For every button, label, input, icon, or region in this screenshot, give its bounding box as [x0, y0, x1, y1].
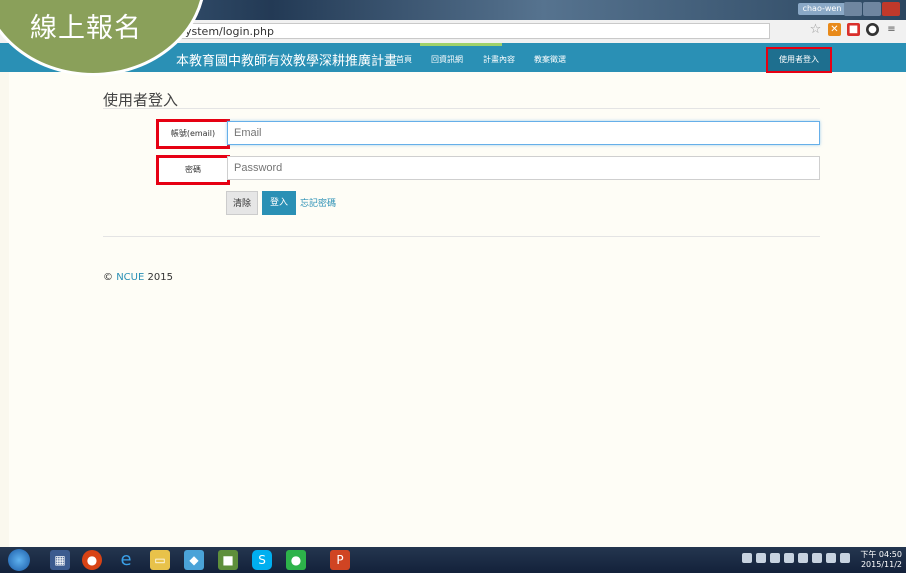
powerpoint-icon[interactable]: P	[330, 550, 350, 570]
minimize-button[interactable]	[844, 2, 862, 16]
flag-icon[interactable]	[826, 553, 836, 563]
clock-date: 2015/11/2	[860, 560, 902, 569]
site-title[interactable]: 本教育國中教師有效教學深耕推廣計畫	[176, 50, 397, 69]
folder-icon[interactable]: ▭	[150, 550, 170, 570]
footer-divider	[103, 236, 820, 237]
menu-icon[interactable]: ≡	[885, 23, 898, 36]
ie-icon[interactable]: e	[116, 550, 136, 570]
password-input[interactable]	[227, 156, 820, 180]
password-label: 密碼	[156, 155, 230, 185]
extension-circle-icon[interactable]: ●	[866, 23, 879, 36]
battery-icon[interactable]	[840, 553, 850, 563]
ime-icon[interactable]	[742, 553, 752, 563]
network-icon[interactable]	[798, 553, 808, 563]
nav-link-plan[interactable]: 計畫內容	[483, 54, 515, 65]
footer-year: 2015	[147, 272, 173, 283]
copyright-symbol: ©	[103, 272, 113, 283]
volume-icon[interactable]	[812, 553, 822, 563]
extension-puzzle-icon[interactable]: ✕	[828, 23, 841, 36]
library-icon[interactable]: ▦	[50, 550, 70, 570]
line-icon[interactable]: ●	[286, 550, 306, 570]
system-tray	[742, 553, 850, 563]
chrome-icon[interactable]: ●	[82, 550, 102, 570]
nav-link-info[interactable]: 回資訊網	[431, 54, 463, 65]
address-bar[interactable]: ystem/login.php	[180, 23, 770, 39]
nav-active-indicator	[420, 43, 502, 46]
app-icon[interactable]: ■	[218, 550, 238, 570]
taskbar: ▦ ● e ▭ ◆ ■ S ● P 下午 04:50 2015/11/2	[0, 547, 906, 573]
user-login-nav-button[interactable]: 使用者登入	[766, 47, 832, 73]
footer: © NCUE 2015	[103, 272, 173, 283]
lang-icon[interactable]	[756, 553, 766, 563]
account-label: 帳號(email)	[156, 119, 230, 149]
window-controls	[843, 2, 900, 16]
bookmark-star-icon[interactable]: ☆	[809, 23, 822, 36]
extension-red-icon[interactable]: ■	[847, 23, 860, 36]
maximize-button[interactable]	[863, 2, 881, 16]
footer-brand-link[interactable]: NCUE	[116, 272, 144, 283]
clear-button[interactable]: 清除	[226, 191, 258, 215]
keyboard-icon[interactable]	[770, 553, 780, 563]
clock[interactable]: 下午 04:50 2015/11/2	[860, 550, 902, 570]
clock-time: 下午 04:50	[860, 550, 902, 559]
forgot-password-link[interactable]: 忘記密碼	[300, 196, 336, 209]
nav-link-home[interactable]: 首頁	[396, 54, 412, 65]
signup-badge-text: 線上報名	[30, 13, 142, 44]
window-left-edge	[0, 0, 9, 573]
close-button[interactable]	[882, 2, 900, 16]
profile-button[interactable]: chao-wen	[798, 3, 846, 15]
email-input[interactable]	[227, 121, 820, 145]
page-title: 使用者登入	[103, 91, 179, 109]
photos-icon[interactable]: ◆	[184, 550, 204, 570]
help-icon[interactable]	[784, 553, 794, 563]
skype-icon[interactable]: S	[252, 550, 272, 570]
nav-link-lesson[interactable]: 教案徵選	[534, 54, 566, 65]
heading-divider	[103, 108, 820, 109]
login-button[interactable]: 登入	[262, 191, 296, 215]
extension-icons: ☆ ✕ ■ ● ≡	[809, 23, 898, 36]
start-button[interactable]	[8, 549, 30, 571]
